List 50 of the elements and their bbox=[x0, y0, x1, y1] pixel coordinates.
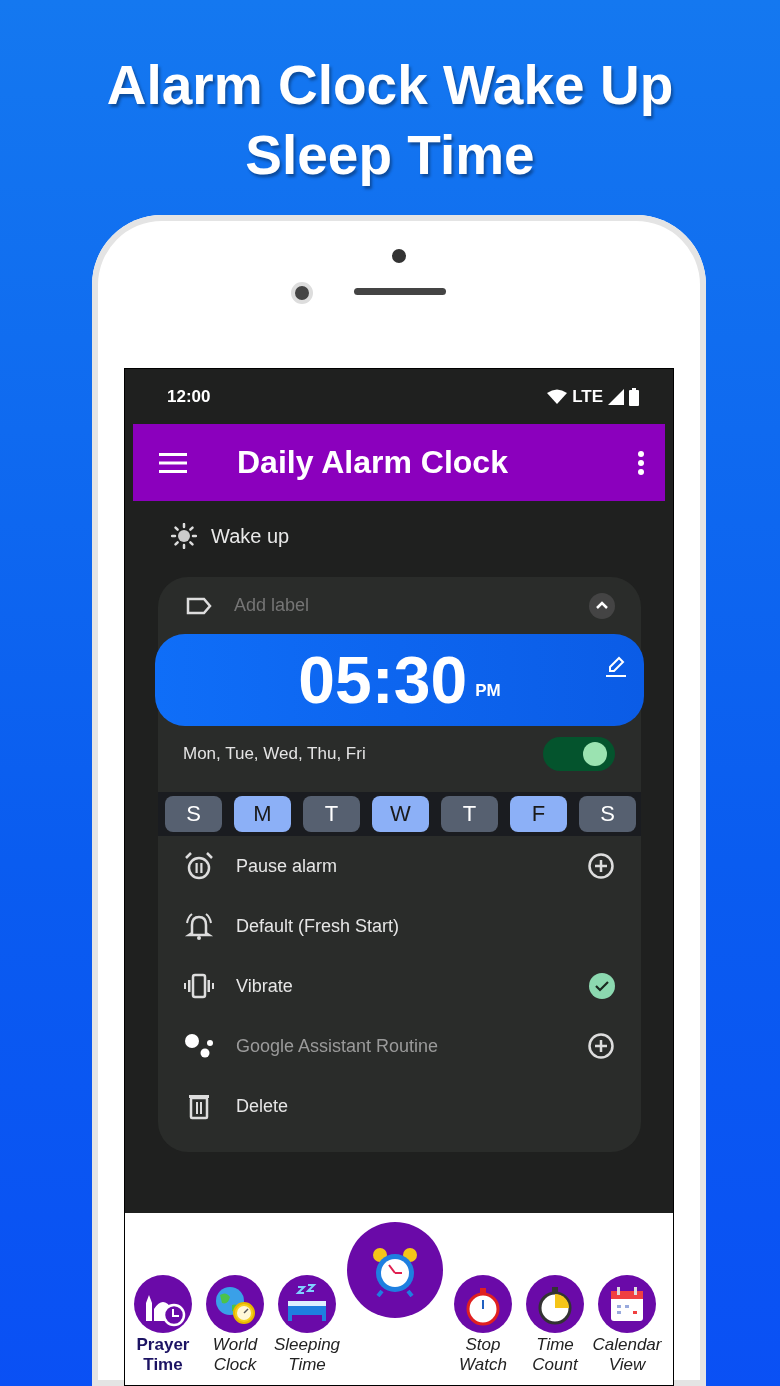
nav-item[interactable]: World Clock bbox=[199, 1213, 271, 1375]
nav-item[interactable]: Time Count bbox=[519, 1213, 591, 1375]
option-label[interactable]: Default (Fresh Start) bbox=[236, 915, 615, 937]
section-title: Wake up bbox=[211, 524, 290, 548]
alarm-toggle[interactable] bbox=[543, 737, 615, 771]
edit-button[interactable] bbox=[604, 654, 628, 678]
nav-item[interactable]: Sleeping Time bbox=[271, 1213, 343, 1375]
option-label[interactable]: Pause alarm bbox=[236, 855, 565, 877]
menu-icon bbox=[159, 451, 187, 474]
camera-lens bbox=[291, 282, 313, 304]
app-title: Daily Alarm Clock bbox=[237, 444, 509, 481]
sun-icon bbox=[171, 523, 197, 549]
day-chip[interactable]: T bbox=[303, 796, 360, 832]
status-time: 12:00 bbox=[167, 386, 211, 407]
nav-item[interactable]: Calendar View bbox=[591, 1213, 663, 1375]
pencil-icon bbox=[604, 654, 628, 678]
signal-icon bbox=[608, 388, 624, 405]
plus-circle-icon bbox=[587, 1032, 615, 1060]
bell-icon bbox=[184, 911, 214, 941]
day-chip[interactable]: M bbox=[234, 796, 291, 832]
chevron-up-icon bbox=[595, 601, 609, 610]
camera-dot bbox=[392, 249, 406, 263]
vibrate-icon bbox=[184, 971, 214, 1001]
wifi-icon bbox=[547, 388, 568, 405]
checked-badge[interactable] bbox=[589, 973, 615, 999]
add-button[interactable] bbox=[587, 852, 615, 880]
collapse-button[interactable] bbox=[589, 592, 615, 619]
day-chip[interactable]: S bbox=[579, 796, 636, 832]
label-field[interactable]: Add label bbox=[234, 593, 567, 618]
alarm-time[interactable]: 05:30 bbox=[298, 642, 468, 718]
day-chip[interactable]: S bbox=[165, 796, 222, 832]
day-chip[interactable]: W bbox=[372, 796, 429, 832]
day-chip[interactable]: F bbox=[510, 796, 567, 832]
battery-icon bbox=[629, 387, 639, 406]
option-label[interactable]: Vibrate bbox=[236, 975, 567, 997]
label-tag-icon bbox=[186, 596, 212, 615]
nav-item[interactable]: Prayer Time bbox=[127, 1213, 199, 1375]
nav-item[interactable]: Stop Watch bbox=[447, 1213, 519, 1375]
headline: Alarm Clock Wake Up Sleep Time bbox=[105, 53, 675, 188]
time-period: PM bbox=[475, 681, 501, 701]
option-label[interactable]: Delete bbox=[236, 1095, 615, 1117]
menu-button[interactable] bbox=[159, 451, 187, 474]
add-button[interactable] bbox=[587, 1032, 615, 1060]
repeat-days: Mon, Tue, Wed, Thu, Fri bbox=[183, 744, 366, 764]
plus-circle-icon bbox=[587, 852, 615, 880]
day-chip[interactable]: T bbox=[441, 796, 498, 832]
alarm-clock-icon bbox=[184, 851, 214, 881]
more-icon bbox=[637, 449, 645, 476]
more-options-button[interactable] bbox=[637, 449, 645, 476]
network-label: LTE bbox=[572, 386, 603, 407]
